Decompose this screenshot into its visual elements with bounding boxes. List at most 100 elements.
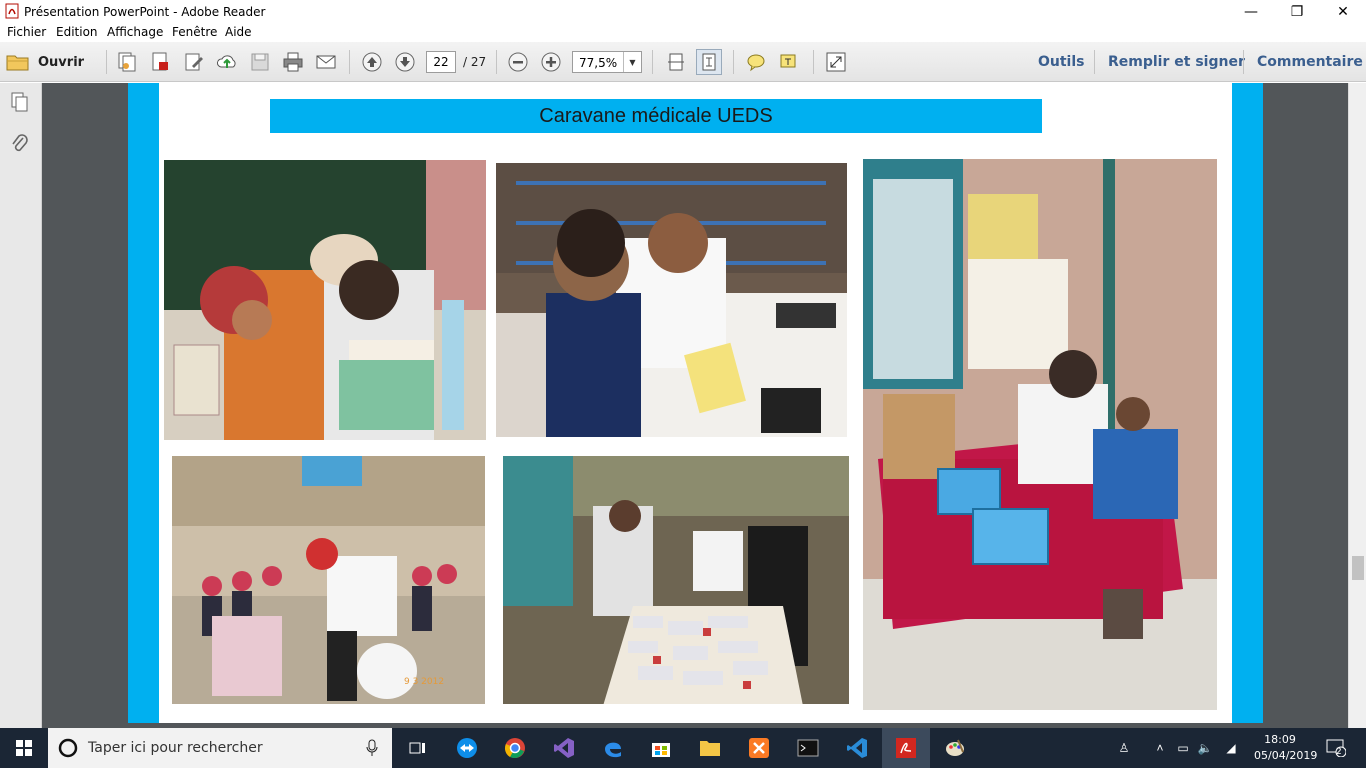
start-button[interactable] <box>0 728 48 768</box>
visual-studio-icon <box>554 738 574 758</box>
paint-palette-icon <box>946 739 964 756</box>
adobe-reader-icon <box>5 3 19 19</box>
open-button[interactable]: Ouvrir <box>6 50 84 74</box>
menu-affichage[interactable]: Affichage <box>107 25 163 39</box>
printer-icon <box>283 52 303 72</box>
menu-aide[interactable]: Aide <box>225 25 252 39</box>
vertical-scrollbar[interactable] <box>1348 83 1366 728</box>
highlight-button[interactable] <box>776 49 802 75</box>
photo-clown-visit: 9 3 2012 <box>172 456 485 704</box>
plus-icon <box>541 52 561 72</box>
window-title: Présentation PowerPoint - Adobe Reader <box>24 5 266 19</box>
photo-doctor-consultation <box>496 163 847 437</box>
paint-taskbar-button[interactable] <box>931 728 979 768</box>
chrome-taskbar-button[interactable] <box>491 728 539 768</box>
chrome-icon <box>505 738 525 759</box>
toolbar-divider <box>1094 50 1095 74</box>
edit-button[interactable] <box>181 49 207 75</box>
toolbar-divider <box>496 50 497 74</box>
folder-icon <box>6 55 29 71</box>
maximize-button[interactable]: ❐ <box>1274 0 1320 24</box>
sticky-note-button[interactable] <box>743 49 769 75</box>
title-bar: Présentation PowerPoint - Adobe Reader —… <box>0 0 1366 24</box>
speech-bubble-icon <box>747 54 765 72</box>
menu-fenetre[interactable]: Fenêtre <box>172 25 217 39</box>
zoom-value: 77,5% <box>579 56 618 70</box>
scrollbar-thumb[interactable] <box>1352 556 1364 580</box>
volume-mute-icon[interactable]: 🔈 <box>1197 740 1213 756</box>
fit-width-icon <box>668 53 684 71</box>
task-view-button[interactable] <box>394 728 442 768</box>
vscode-taskbar-button[interactable] <box>833 728 881 768</box>
navigation-pane <box>0 83 42 728</box>
teamviewer-taskbar-button[interactable] <box>443 728 491 768</box>
search-placeholder: Taper ici pour rechercher <box>88 740 263 756</box>
network-icon[interactable]: ◢ <box>1223 740 1239 756</box>
microphone-icon[interactable] <box>366 739 378 757</box>
page-total: / 27 <box>463 55 487 69</box>
toolbar-divider <box>813 50 814 74</box>
toolbar-divider <box>106 50 107 74</box>
fit-page-button[interactable] <box>696 49 722 75</box>
comment-link[interactable]: Commentaire <box>1257 54 1363 70</box>
envelope-icon <box>316 55 336 69</box>
arrow-up-icon <box>362 52 382 72</box>
expand-icon <box>826 52 846 72</box>
close-button[interactable]: ✕ <box>1320 0 1366 24</box>
adobe-reader-taskbar-button[interactable] <box>882 728 930 768</box>
zoom-select[interactable]: 77,5% ▼ <box>572 51 642 73</box>
notification-count: 2 <box>1336 747 1342 757</box>
chevron-down-icon: ▼ <box>623 52 641 72</box>
paperclip-icon[interactable] <box>9 133 31 155</box>
toolbar: Ouvrir / 27 77,5% ▼ <box>0 42 1366 82</box>
email-button[interactable] <box>313 49 339 75</box>
zoom-out-button[interactable] <box>505 49 531 75</box>
save-disk-icon <box>251 53 269 71</box>
save-button[interactable] <box>247 49 273 75</box>
fill-sign-link[interactable]: Remplir et signer <box>1108 54 1245 70</box>
previous-page-button[interactable] <box>359 49 385 75</box>
store-taskbar-button[interactable] <box>637 728 685 768</box>
file-explorer-taskbar-button[interactable] <box>686 728 734 768</box>
xampp-icon <box>749 738 769 758</box>
photo-classroom-exam <box>863 159 1217 710</box>
photo-medicine-table <box>503 456 849 704</box>
upload-button[interactable] <box>214 49 240 75</box>
terminal-taskbar-button[interactable] <box>784 728 832 768</box>
tools-link[interactable]: Outils <box>1038 54 1085 70</box>
slide-title: Caravane médicale UEDS <box>270 99 1042 133</box>
toolbar-divider <box>733 50 734 74</box>
print-button[interactable] <box>280 49 306 75</box>
scroll-mode-button[interactable] <box>663 49 689 75</box>
task-view-icon <box>409 742 425 754</box>
fullscreen-button[interactable] <box>823 49 849 75</box>
taskbar-search[interactable]: Taper ici pour rechercher <box>48 728 392 768</box>
document-pages-icon <box>118 52 136 72</box>
next-page-button[interactable] <box>392 49 418 75</box>
menu-fichier[interactable]: Fichier <box>7 25 46 39</box>
chevron-up-icon[interactable]: ˄ <box>1152 740 1168 756</box>
visual-studio-taskbar-button[interactable] <box>540 728 588 768</box>
page-number-input[interactable] <box>426 51 456 73</box>
acrobat-icon <box>896 738 916 758</box>
zoom-in-button[interactable] <box>538 49 564 75</box>
page-thumbnails-icon[interactable] <box>9 91 31 113</box>
edge-taskbar-button[interactable] <box>589 728 637 768</box>
battery-icon[interactable]: ▭ <box>1175 740 1191 756</box>
photo-dental-exam <box>164 160 486 440</box>
people-icon[interactable]: ♙ <box>1116 740 1132 756</box>
slide-content: Caravane médicale UEDS 9 3 2012 <box>159 83 1232 723</box>
toolbar-divider <box>1243 50 1244 74</box>
minus-icon <box>508 52 528 72</box>
clock[interactable]: 18:09 05/04/2019 <box>1254 732 1317 764</box>
cloud-upload-icon <box>217 55 236 68</box>
menu-edition[interactable]: Edition <box>56 25 98 39</box>
arrow-down-icon <box>395 52 415 72</box>
clock-time: 18:09 <box>1264 733 1296 746</box>
highlighter-icon <box>780 54 796 68</box>
minimize-button[interactable]: — <box>1228 0 1274 24</box>
open-label: Ouvrir <box>38 54 85 70</box>
xampp-taskbar-button[interactable] <box>735 728 783 768</box>
export-pdf-button[interactable] <box>147 49 173 75</box>
create-pdf-button[interactable] <box>114 49 140 75</box>
